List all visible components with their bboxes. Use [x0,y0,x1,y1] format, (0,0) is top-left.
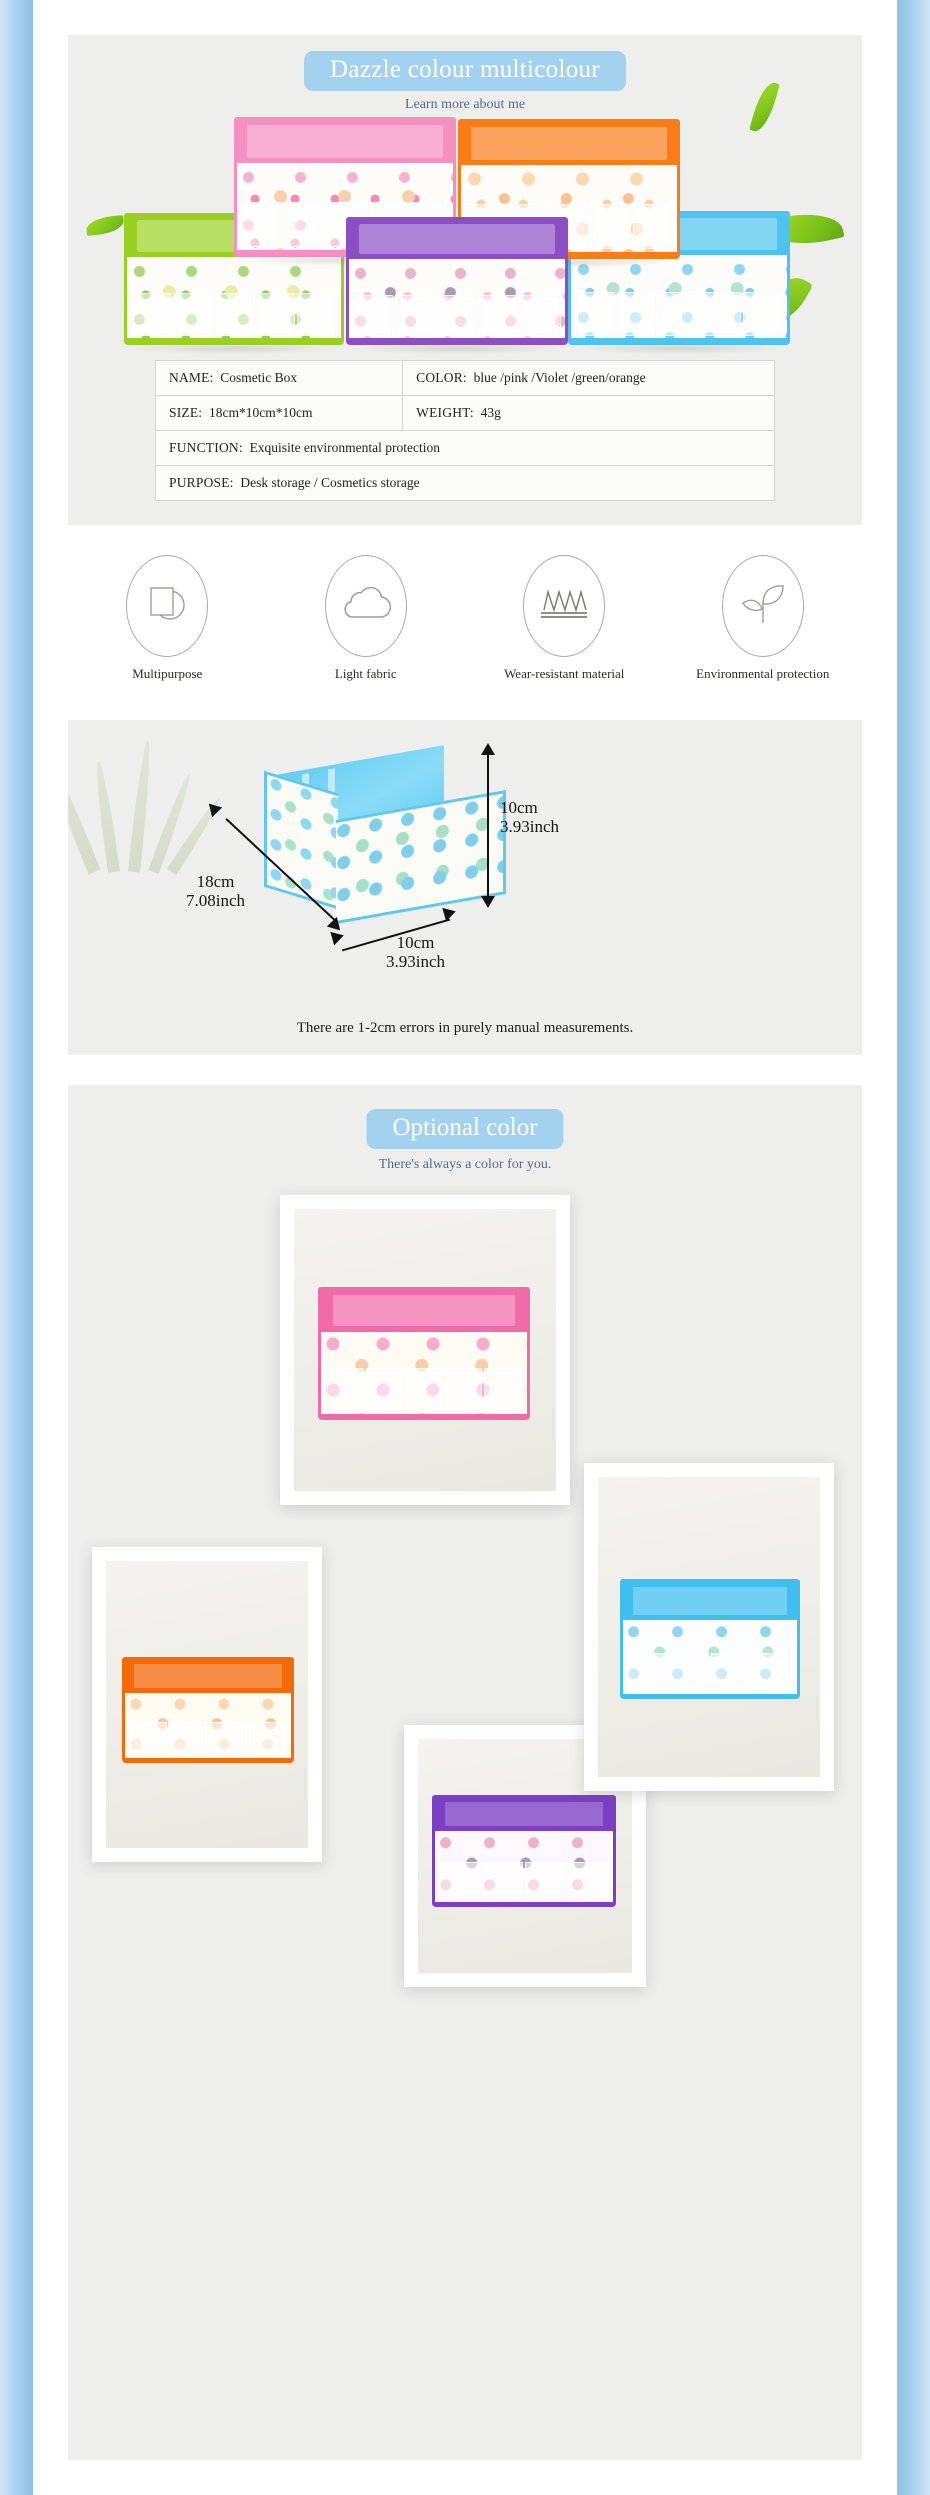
cloud-icon [341,586,391,627]
box-lid [234,117,456,165]
spec-cell-weight: WEIGHT: 43g [402,395,775,431]
hero-section: Dazzle colour multicolour Learn more abo… [68,35,862,525]
optional-color-subtitle: There's always a color for you. [378,1157,552,1172]
page-left-rail [0,0,33,2495]
color-photo-collage [68,1195,862,2425]
box-pockets [353,294,561,336]
length-label: 18cm 7.08inch [186,872,245,910]
feature-oval-frame [523,555,606,657]
feature-label: Multipurpose [132,666,203,681]
optional-color-banner: Optional color [366,1109,564,1149]
spec-cell-function: FUNCTION: Exquisite environmental protec… [155,430,775,466]
plant-decor [68,732,225,875]
box-pockets [575,292,783,336]
feature-label: Environmental protection [696,666,830,681]
box-shadow [354,343,560,354]
multipurpose-icon [143,582,191,631]
table-row: NAME: Cosmetic Box COLOR: blue /pink /Vi… [154,360,775,396]
spec-cell-purpose: PURPOSE: Desk storage / Cosmetics storag… [155,465,775,501]
leaf-eco-icon [738,582,788,631]
length-cm: 18cm [196,872,235,891]
orange-swatch-photo [92,1547,322,1862]
blue-swatch-photo [584,1463,834,1791]
feature-multipurpose: Multipurpose [82,555,252,682]
feature-environmental: Environmental protection [678,555,848,682]
hero-box-violet [346,217,568,354]
box-thumb-orange [122,1657,294,1764]
hero-title: Dazzle colour multicolour [330,56,600,83]
spec-cell-name: NAME: Cosmetic Box [154,360,404,396]
feature-label: Wear-resistant material [504,666,625,681]
table-row: FUNCTION: Exquisite environmental protec… [155,430,775,466]
height-inch: 3.93inch [500,817,560,837]
spec-label: SIZE: [169,405,203,420]
box-thumb-violet [432,1795,616,1908]
photo-image [106,1561,308,1848]
feature-light-fabric: Light fabric [281,555,451,682]
table-row: PURPOSE: Desk storage / Cosmetics storag… [155,465,775,501]
width-cm: 10cm [396,933,435,952]
length-inch: 7.08inch [186,891,246,911]
spec-value: 43g [480,405,501,420]
box-body [346,255,568,345]
zigzag-wear-icon [538,587,590,626]
dimensions-section: 18cm 7.08inch 10cm 3.93inch 10cm 3.93inc… [68,720,862,1055]
box-thumb-blue [620,1579,800,1700]
feature-label: Light fabric [334,666,397,681]
width-label: 10cm 3.93inch [386,933,445,971]
hero-subtitle: Learn more about me [404,97,526,112]
height-label: 10cm 3.93inch [500,798,559,836]
box-pockets [131,293,337,336]
spec-label: FUNCTION: [169,440,243,455]
features-section: Multipurpose Light fabric Wear-resistant… [68,555,862,695]
spec-value: blue /pink /Violet /green/orange [473,370,646,385]
height-cm: 10cm [500,798,538,817]
dimension-diagram: 18cm 7.08inch 10cm 3.93inch 10cm 3.93inc… [68,720,862,995]
measurement-note: There are 1-2cm errors in purely manual … [296,1020,634,1036]
spec-table: NAME: Cosmetic Box COLOR: blue /pink /Vi… [154,360,775,501]
spec-cell-color: COLOR: blue /pink /Violet /green/orange [402,360,775,396]
spec-cell-size: SIZE: 18cm*10cm*10cm [154,395,404,431]
feature-oval-frame [324,555,407,657]
box-body [124,252,344,345]
spec-value: 18cm*10cm*10cm [209,405,313,420]
box-thumb-pink [318,1287,530,1420]
spec-value: Desk storage / Cosmetics storage [240,475,420,490]
feature-wear-resistant: Wear-resistant material [479,555,649,682]
optional-color-section: Optional color There's always a color fo… [68,1085,862,2460]
box-lid [346,217,568,261]
pink-swatch-photo [280,1195,570,1505]
feature-oval-frame [721,555,804,657]
page-right-rail [897,0,930,2495]
table-row: SIZE: 18cm*10cm*10cm WEIGHT: 43g [154,395,775,431]
spec-label: WEIGHT: [416,405,474,420]
product-detail-page: Dazzle colour multicolour Learn more abo… [33,0,897,2495]
width-inch: 3.93inch [386,952,446,972]
spec-value: Cosmetic Box [220,370,298,385]
optional-color-title: Optional color [392,1114,538,1141]
box-shadow [132,343,336,354]
hero-product-photo-group [98,117,838,354]
spec-value: Exquisite environmental protection [249,440,441,455]
spec-label: COLOR: [416,370,467,385]
height-arrow [480,743,496,908]
spec-label: NAME: [169,370,214,385]
feature-oval-frame [126,555,209,657]
spec-label: PURPOSE: [169,475,234,490]
box-shadow [576,343,782,354]
photo-image [598,1477,820,1777]
box-lid [458,119,680,167]
photo-image [294,1209,556,1491]
hero-title-banner: Dazzle colour multicolour [304,51,626,91]
